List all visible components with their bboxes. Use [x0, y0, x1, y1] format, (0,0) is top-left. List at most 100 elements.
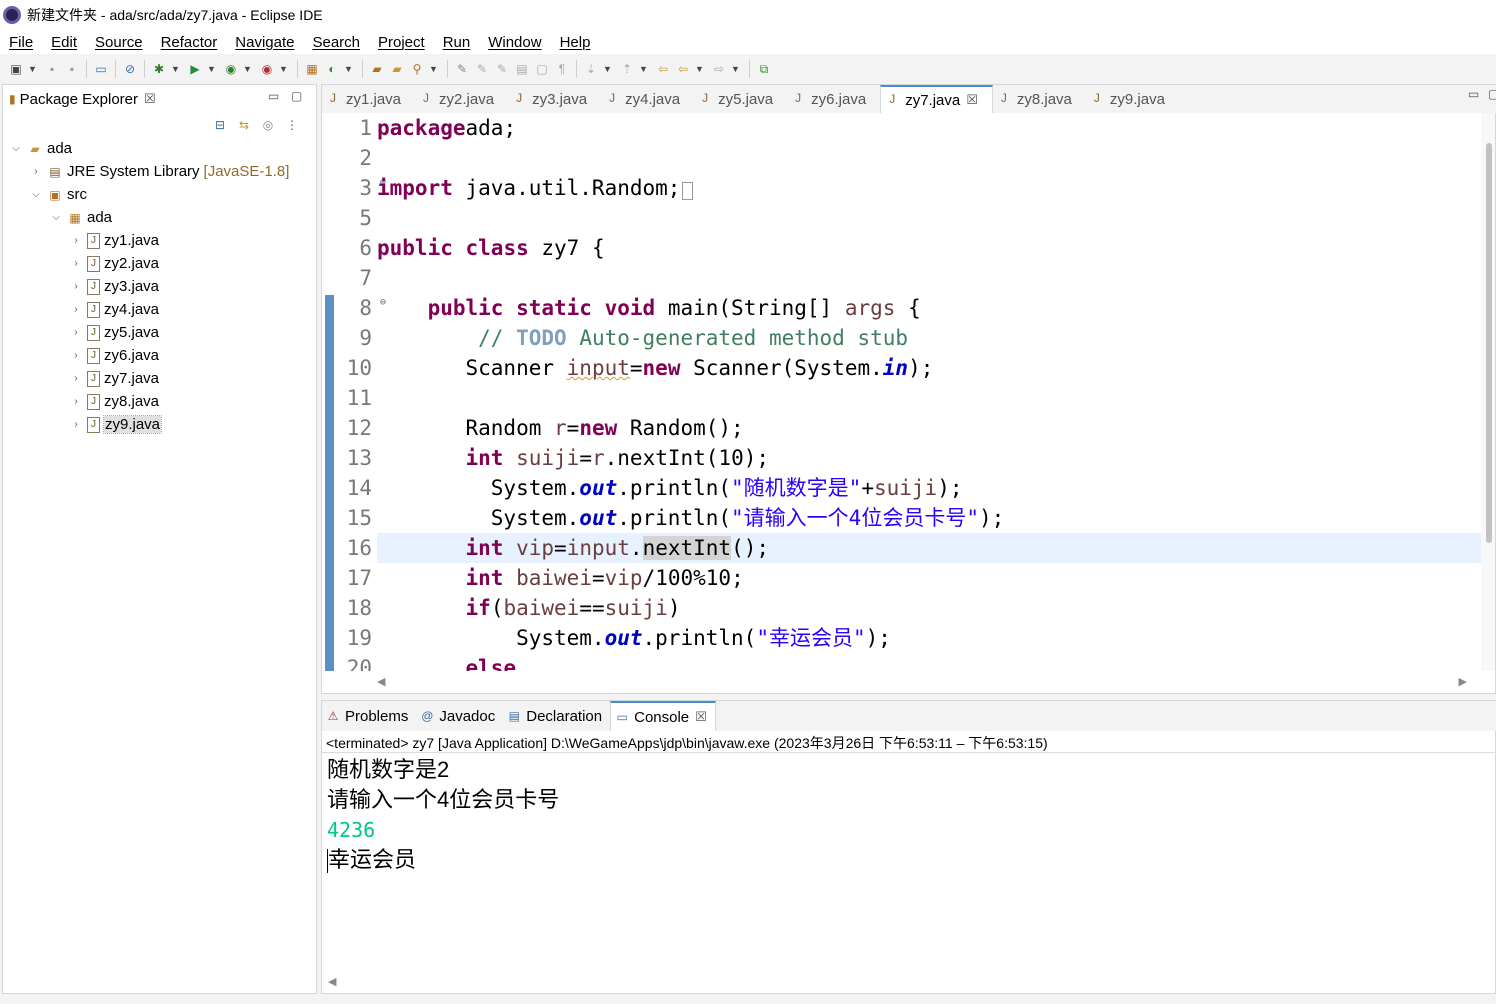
tree-item[interactable]: › Jzy2.java	[3, 252, 316, 275]
package-explorer-tab[interactable]: ▮ Package Explorer ☒	[3, 85, 156, 113]
tab-console[interactable]: ▭ Console ☒	[610, 701, 716, 731]
skip-breakpoints-icon[interactable]: ⊘	[122, 61, 138, 77]
collapse-all-icon[interactable]: ⊟	[212, 117, 228, 133]
tab-problems[interactable]: ⚠ Problems	[322, 701, 416, 731]
back-icon[interactable]: ⇦	[675, 61, 691, 77]
editor-horizontal-scrollbar[interactable]: ◀ ▶	[377, 673, 1467, 689]
tree-item[interactable]: ⌵ ▦ ada	[3, 206, 316, 229]
new-icon[interactable]: ▣	[8, 61, 24, 77]
tree-item[interactable]: › Jzy1.java	[3, 229, 316, 252]
maximize-icon[interactable]: ▢	[291, 89, 302, 103]
editor-tab-zy3[interactable]: Jzy3.java	[508, 85, 601, 113]
tree-item[interactable]: › Jzy3.java	[3, 275, 316, 298]
link-with-editor-icon[interactable]: ⇆	[236, 117, 252, 133]
previous-annotation-dropdown-icon[interactable]: ▼	[639, 61, 648, 77]
toggle-word-wrap-icon[interactable]: ▤	[514, 61, 530, 77]
paragraph-icon[interactable]: ¶	[554, 61, 570, 77]
editor-tab-zy2[interactable]: Jzy2.java	[415, 85, 508, 113]
toggle-mark-occurrences-icon[interactable]: ✎	[454, 61, 470, 77]
view-menu-icon[interactable]: ⋮	[284, 117, 300, 133]
external-tools-dropdown-icon[interactable]: ▼	[279, 61, 288, 77]
chevron-right-icon[interactable]: ›	[69, 327, 83, 338]
search-icon[interactable]: ⚲	[409, 61, 425, 77]
show-whitespace-icon[interactable]: ▢	[534, 61, 550, 77]
debug-icon[interactable]: ✱	[151, 61, 167, 77]
chevron-right-icon[interactable]: ›	[69, 419, 83, 430]
code-viewport[interactable]: 1 2 3 ⊕ 5 6 7 8 ⊖ 9 10 11 12 13 14 15 16 17 18 19 20 package…	[322, 113, 1482, 671]
save-all-icon[interactable]: ▪	[64, 61, 80, 77]
minimize-icon[interactable]: ▭	[268, 89, 279, 103]
editor-tab-zy7[interactable]: Jzy7.java ☒	[880, 85, 993, 113]
close-icon[interactable]: ☒	[144, 91, 156, 107]
menu-help[interactable]: Help	[551, 34, 600, 51]
tree-item[interactable]: › Jzy8.java	[3, 390, 316, 413]
close-icon[interactable]: ☒	[966, 92, 978, 108]
menu-source[interactable]: Source	[86, 34, 152, 51]
tab-javadoc[interactable]: @ Javadoc	[416, 701, 503, 731]
last-edit-location-icon[interactable]: ⇦	[655, 61, 671, 77]
terminal-icon[interactable]: ▭	[93, 61, 109, 77]
search-dropdown-icon[interactable]: ▼	[429, 61, 438, 77]
tree-item[interactable]: ⌵ ▣ src	[3, 183, 316, 206]
chevron-down-icon[interactable]: ⌵	[29, 189, 43, 200]
chevron-right-icon[interactable]: ›	[69, 373, 83, 384]
editor-tab-zy8[interactable]: Jzy8.java	[993, 85, 1086, 113]
scroll-right-icon[interactable]: ▶	[1459, 675, 1467, 688]
menu-window[interactable]: Window	[479, 34, 550, 51]
next-annotation-dropdown-icon[interactable]: ▼	[603, 61, 612, 77]
tree-item[interactable]: › Jzy9.java	[3, 413, 316, 436]
chevron-right-icon[interactable]: ›	[69, 304, 83, 315]
console-output[interactable]: 随机数字是2 请输入一个4位会员卡号 4236 幸运会员	[327, 755, 1487, 875]
forward-dropdown-icon[interactable]: ▼	[731, 61, 740, 77]
tree-item[interactable]: › Jzy4.java	[3, 298, 316, 321]
tree-item[interactable]: › Jzy6.java	[3, 344, 316, 367]
menu-run[interactable]: Run	[434, 34, 480, 51]
new-java-project-icon[interactable]: ▦	[304, 61, 320, 77]
scroll-left-icon[interactable]: ◀	[328, 975, 336, 988]
open-type-icon[interactable]: ▰	[369, 61, 385, 77]
menu-navigate[interactable]: Navigate	[226, 34, 303, 51]
save-icon[interactable]: ▪	[44, 61, 60, 77]
focus-on-task-icon[interactable]: ◎	[260, 117, 276, 133]
tab-declaration[interactable]: ▤ Declaration	[503, 701, 610, 731]
chevron-right-icon[interactable]: ›	[69, 396, 83, 407]
chevron-right-icon[interactable]: ›	[69, 258, 83, 269]
open-perspective-icon[interactable]: ⧉	[756, 61, 772, 77]
toggle-block-selection-icon[interactable]: ✎	[494, 61, 510, 77]
tree-item[interactable]: › Jzy5.java	[3, 321, 316, 344]
toggle-breadcrumb-icon[interactable]: ✎	[474, 61, 490, 77]
editor-tab-zy9[interactable]: Jzy9.java	[1086, 85, 1179, 113]
tree-item[interactable]: ⌵ ▰ ada	[3, 137, 316, 160]
chevron-down-icon[interactable]: ⌵	[49, 212, 63, 223]
minimize-icon[interactable]: ▭	[1468, 87, 1479, 101]
previous-annotation-icon[interactable]: ⇡	[619, 61, 635, 77]
menu-search[interactable]: Search	[303, 34, 369, 51]
editor-tab-zy5[interactable]: Jzy5.java	[694, 85, 787, 113]
menu-file[interactable]: File	[0, 34, 42, 51]
run-dropdown-icon[interactable]: ▼	[207, 61, 216, 77]
external-tools-icon[interactable]: ◉	[259, 61, 275, 77]
folded-import-icon[interactable]: □	[682, 182, 693, 200]
chevron-right-icon[interactable]: ›	[29, 166, 43, 177]
scrollbar-thumb[interactable]	[1486, 143, 1492, 543]
chevron-down-icon[interactable]: ⌵	[9, 143, 23, 154]
menu-refactor[interactable]: Refactor	[152, 34, 227, 51]
tree-item[interactable]: › ▤ JRE System Library [JavaSE-1.8]	[3, 160, 316, 183]
coverage-dropdown-icon[interactable]: ▼	[243, 61, 252, 77]
new-dropdown-icon[interactable]: ▼	[28, 61, 37, 77]
scroll-left-icon[interactable]: ◀	[377, 675, 385, 688]
tree-item[interactable]: › Jzy7.java	[3, 367, 316, 390]
editor-tab-zy6[interactable]: Jzy6.java	[787, 85, 880, 113]
editor-tab-zy4[interactable]: Jzy4.java	[601, 85, 694, 113]
editor-vertical-scrollbar[interactable]	[1481, 113, 1495, 671]
code-text[interactable]: packageada; import java.util.Random;□ publ…	[377, 113, 1481, 671]
debug-dropdown-icon[interactable]: ▼	[171, 61, 180, 77]
chevron-right-icon[interactable]: ›	[69, 281, 83, 292]
back-dropdown-icon[interactable]: ▼	[695, 61, 704, 77]
coverage-icon[interactable]: ◉	[223, 61, 239, 77]
new-class-dropdown-icon[interactable]: ▼	[344, 61, 353, 77]
chevron-right-icon[interactable]: ›	[69, 350, 83, 361]
open-folder-icon[interactable]: ▰	[389, 61, 405, 77]
next-annotation-icon[interactable]: ⇣	[583, 61, 599, 77]
forward-icon[interactable]: ⇨	[711, 61, 727, 77]
